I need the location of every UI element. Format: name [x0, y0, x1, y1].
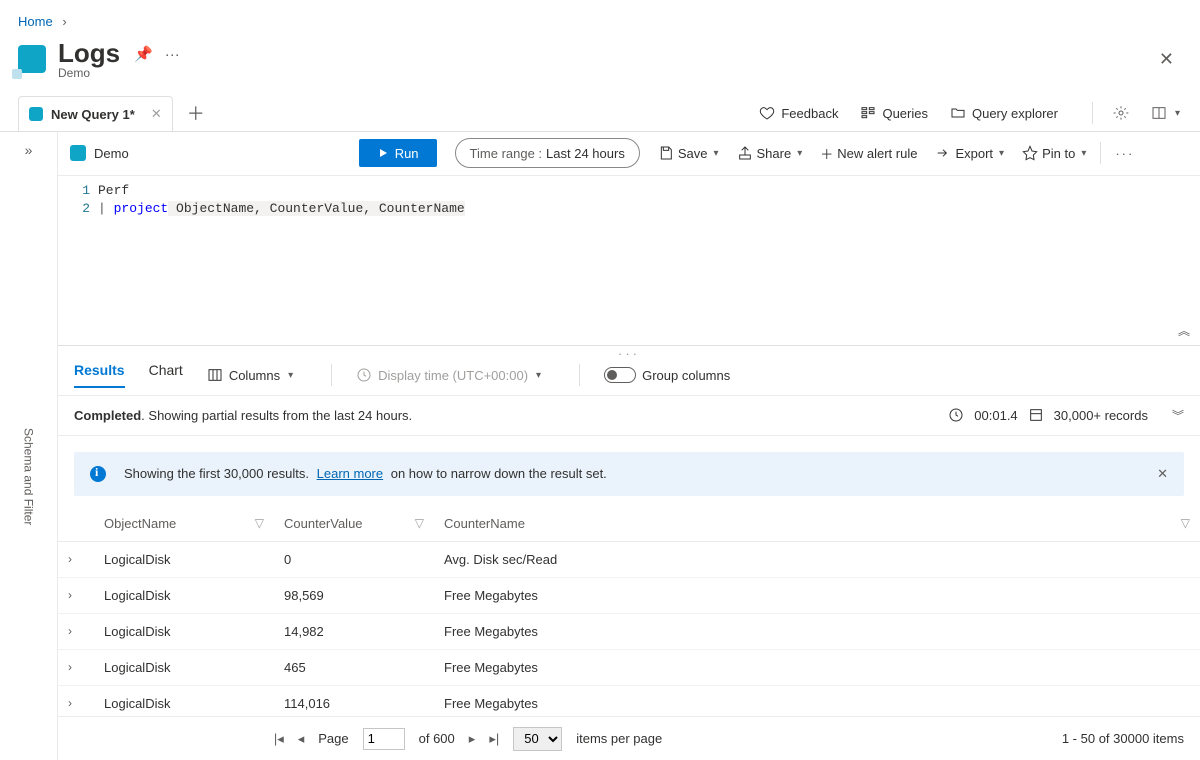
- table-row[interactable]: ›LogicalDisk465Free Megabytes: [58, 649, 1200, 685]
- share-icon: [737, 145, 753, 161]
- table-row[interactable]: ›LogicalDisk98,569Free Megabytes: [58, 577, 1200, 613]
- expand-row-icon[interactable]: ›: [58, 649, 94, 685]
- pagination-summary: 1 - 50 of 30000 items: [1062, 731, 1184, 746]
- more-icon[interactable]: ···: [165, 46, 180, 63]
- tab-results[interactable]: Results: [74, 362, 125, 388]
- plus-icon: ＋: [820, 144, 833, 163]
- items-per-page-select[interactable]: 50: [513, 727, 562, 751]
- share-button[interactable]: Share▾: [737, 145, 803, 161]
- info-icon: [90, 466, 106, 482]
- tab-close-icon[interactable]: ✕: [151, 106, 162, 122]
- play-icon: [377, 147, 389, 159]
- query-tab-icon: [29, 107, 43, 121]
- clock-icon: [948, 407, 964, 423]
- column-header-countervalue[interactable]: CounterValue▽: [274, 506, 434, 542]
- breadcrumb: Home ›: [0, 0, 1200, 35]
- toggle-switch[interactable]: [604, 367, 636, 383]
- new-alert-button[interactable]: ＋ New alert rule: [820, 144, 917, 163]
- time-range-selector[interactable]: Time range : Last 24 hours: [455, 138, 640, 168]
- export-button[interactable]: Export▾: [935, 145, 1004, 161]
- filter-icon[interactable]: ▽: [255, 516, 264, 530]
- expand-status-button[interactable]: ︾: [1172, 407, 1184, 424]
- close-button[interactable]: ✕: [1151, 45, 1182, 74]
- pin-icon: [1022, 145, 1038, 161]
- column-header-countername[interactable]: CounterName▽: [434, 506, 1200, 542]
- columns-icon: [207, 367, 223, 383]
- page-next-button[interactable]: ▸: [469, 731, 476, 747]
- page-prev-button[interactable]: ◂: [298, 731, 305, 747]
- page-title: Logs: [58, 39, 120, 68]
- filter-icon[interactable]: ▽: [415, 516, 424, 530]
- table-row[interactable]: ›LogicalDisk0Avg. Disk sec/Read: [58, 541, 1200, 577]
- status-bar: Completed. Showing partial results from …: [58, 396, 1200, 436]
- page-first-button[interactable]: |◂: [274, 731, 284, 747]
- settings-icon[interactable]: [1111, 101, 1131, 125]
- pin-icon[interactable]: 📌: [134, 45, 153, 63]
- expand-panel-button[interactable]: »: [15, 132, 43, 168]
- queries-icon: [860, 105, 876, 121]
- records-count: 30,000+ records: [1054, 408, 1148, 423]
- heart-icon: [759, 105, 775, 121]
- logs-icon: [18, 45, 46, 73]
- save-button[interactable]: Save▾: [658, 145, 719, 161]
- expand-row-icon[interactable]: ›: [58, 541, 94, 577]
- query-explorer-button[interactable]: Query explorer: [948, 101, 1060, 125]
- query-tab-label: New Query 1*: [51, 107, 135, 122]
- pin-to-button[interactable]: Pin to▾: [1022, 145, 1086, 161]
- breadcrumb-home[interactable]: Home: [18, 14, 53, 29]
- layout-panel-button[interactable]: ▾: [1149, 101, 1182, 125]
- query-editor[interactable]: 1 2 Perf | project ObjectName, CounterVa…: [58, 176, 1200, 346]
- run-button[interactable]: Run: [359, 139, 437, 167]
- expand-row-icon[interactable]: ›: [58, 613, 94, 649]
- column-header-objectname[interactable]: ObjectName▽: [94, 506, 274, 542]
- display-time-button[interactable]: Display time (UTC+00:00)▾: [356, 367, 541, 383]
- schema-panel-label: Schema and Filter: [22, 428, 36, 525]
- query-duration: 00:01.4: [974, 408, 1017, 423]
- more-actions-button[interactable]: ···: [1115, 146, 1134, 161]
- columns-button[interactable]: Columns▾: [207, 367, 293, 383]
- page-last-button[interactable]: ▸|: [489, 731, 499, 747]
- pagination-bar: |◂ ◂ Page of 600 ▸ ▸| 50 items per page …: [58, 716, 1200, 760]
- group-columns-toggle[interactable]: Group columns: [604, 367, 730, 383]
- schema-panel-collapsed: » Schema and Filter: [0, 132, 58, 760]
- add-tab-button[interactable]: ＋: [187, 100, 205, 126]
- records-icon: [1028, 407, 1044, 423]
- save-icon: [658, 145, 674, 161]
- queries-button[interactable]: Queries: [858, 101, 930, 125]
- scroll-indicator-icon: ︽: [1178, 322, 1190, 339]
- clock-icon: [356, 367, 372, 383]
- resize-handle[interactable]: ···: [58, 346, 1200, 356]
- query-tab[interactable]: New Query 1* ✕: [18, 96, 173, 131]
- expand-row-icon[interactable]: ›: [58, 577, 94, 613]
- export-icon: [935, 145, 951, 161]
- page-number-input[interactable]: [363, 728, 405, 750]
- scope-icon: [70, 145, 86, 161]
- info-banner: Showing the first 30,000 results. Learn …: [74, 452, 1184, 496]
- filter-icon[interactable]: ▽: [1181, 516, 1190, 530]
- table-row[interactable]: ›LogicalDisk14,982Free Megabytes: [58, 613, 1200, 649]
- feedback-button[interactable]: Feedback: [757, 101, 840, 125]
- learn-more-link[interactable]: Learn more: [317, 466, 383, 481]
- folder-icon: [950, 105, 966, 121]
- scope-selector[interactable]: Demo: [70, 145, 129, 161]
- banner-close-button[interactable]: ✕: [1157, 466, 1168, 482]
- chevron-right-icon: ›: [62, 14, 66, 29]
- chevron-down-icon: ▾: [1175, 108, 1180, 119]
- tab-chart[interactable]: Chart: [149, 362, 183, 388]
